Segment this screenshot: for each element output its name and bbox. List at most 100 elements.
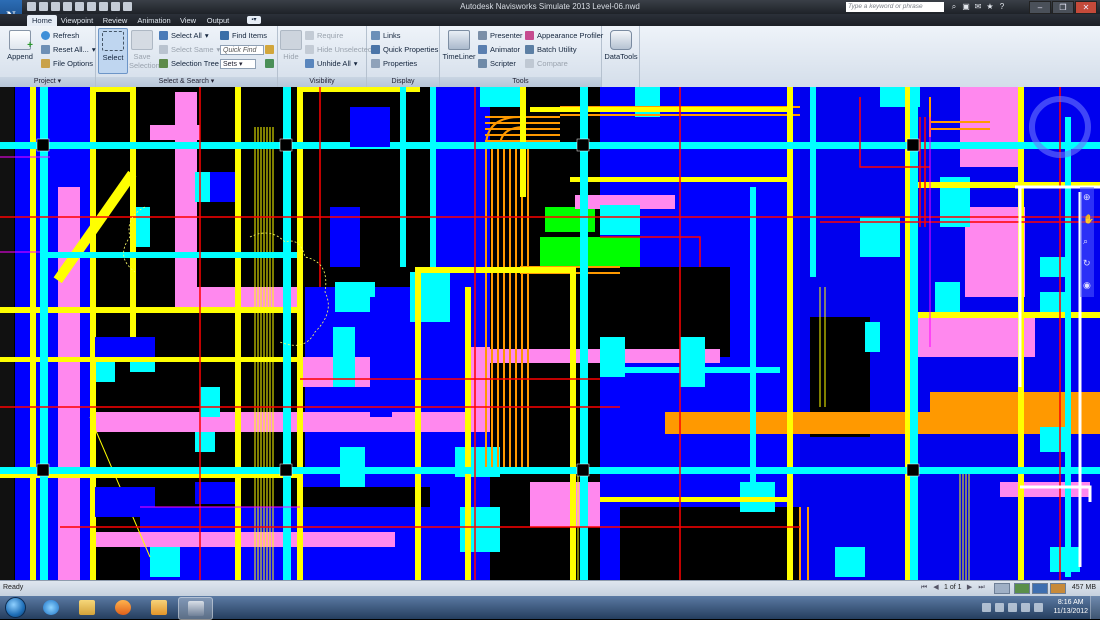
quick-find-input[interactable]: Quick Find (220, 45, 264, 55)
manage-sets-button[interactable] (265, 59, 274, 68)
orbit-icon[interactable]: ↻ (1083, 258, 1091, 268)
zoom-icon[interactable]: ⌕ (1083, 236, 1088, 246)
select-label: Select (102, 53, 124, 62)
maximize-button[interactable]: ❐ (1052, 1, 1074, 14)
pan-icon[interactable]: ✋ (1083, 213, 1094, 224)
select-all-icon (159, 31, 168, 40)
undo-icon[interactable] (87, 2, 96, 11)
selection-tree-label: Selection Tree (171, 59, 219, 68)
save-icon[interactable] (51, 2, 60, 11)
select-button[interactable]: Select (98, 28, 128, 74)
hide-button[interactable]: Hide (280, 30, 302, 61)
tools-panel: TimeLiner Presenter Animator Scripter Ap… (440, 26, 603, 87)
refresh-label: Refresh (53, 31, 80, 40)
customize-toolbar-icon[interactable] (123, 2, 132, 11)
batch-utility-button[interactable]: Batch Utility (525, 45, 577, 54)
next-page-icon[interactable]: ▶ (966, 583, 974, 592)
tab-review[interactable]: Review (100, 15, 130, 26)
taskbar-navisworks[interactable] (178, 597, 213, 620)
start-button[interactable] (2, 596, 28, 619)
close-button[interactable]: ✕ (1075, 1, 1097, 14)
taskbar-explorer[interactable] (70, 597, 103, 618)
display-panel-title: Display (391, 78, 415, 85)
help-search-input[interactable]: Type a keyword or phrase (846, 2, 944, 12)
reset-icon (41, 45, 50, 54)
append-label: Append (7, 52, 33, 61)
previous-page-icon[interactable]: ◀ (932, 583, 940, 592)
presenter-button[interactable]: Presenter (478, 31, 523, 40)
unhide-all-button[interactable]: Unhide All ▾ (305, 59, 358, 68)
require-button[interactable]: Require (305, 31, 343, 40)
selection-tree-icon (159, 59, 168, 68)
sheet-browser-icon[interactable] (994, 583, 1010, 594)
append-button[interactable]: + Append (5, 30, 35, 61)
select-same-button[interactable]: Select Same ▾ (159, 45, 220, 54)
refresh-button[interactable]: Refresh (41, 31, 79, 40)
subscription-icon[interactable]: ▣ (962, 2, 970, 11)
selection-tree-button[interactable]: Selection Tree (159, 59, 219, 68)
ribbon-tabs: Home Viewpoint Review Animation View Out… (0, 14, 1100, 26)
select-search-panel-label[interactable]: Select & Search ▾ (96, 77, 277, 87)
links-button[interactable]: Links (371, 31, 401, 40)
search-icon[interactable]: ⌕ (950, 2, 958, 11)
taskbar-media-player[interactable] (106, 597, 139, 618)
find-items-button[interactable]: Find Items (220, 31, 267, 40)
datatools-button[interactable]: DataTools (604, 30, 638, 61)
tools-panel-label: Tools (440, 77, 601, 87)
scene-viewport[interactable]: ⊕ ✋ ⌕ ↻ ◉ (0, 87, 1100, 580)
hide-unselected-button[interactable]: Hide Unselected (305, 45, 372, 54)
favorites-icon[interactable]: ★ (986, 2, 994, 11)
tab-animation[interactable]: Animation (134, 15, 174, 26)
communication-icon[interactable]: ✉ (974, 2, 982, 11)
show-hidden-icons-icon[interactable] (982, 602, 992, 612)
taskbar-internet-explorer[interactable] (34, 597, 67, 618)
visibility-panel: Hide Require Hide Unselected Unhide All ▾… (278, 26, 372, 87)
volume-icon[interactable] (1021, 602, 1031, 612)
minimize-button[interactable]: – (1029, 1, 1051, 14)
properties-button[interactable]: Properties (371, 59, 417, 68)
file-options-button[interactable]: File Options (41, 59, 93, 68)
sets-dropdown[interactable]: Sets ▾ (220, 59, 256, 69)
save-selection-button[interactable]: Save Selection (129, 30, 160, 70)
project-panel-label[interactable]: Project ▾ (0, 77, 95, 87)
look-icon[interactable]: ◉ (1083, 280, 1091, 290)
select-icon[interactable] (111, 2, 120, 11)
tab-output[interactable]: Output (203, 15, 233, 26)
hide-unselected-icon (305, 45, 314, 54)
scripter-button[interactable]: Scripter (478, 59, 516, 68)
clock[interactable]: 8:16 AM 11/13/2012 (1053, 598, 1088, 616)
select-all-button[interactable]: Select All ▾ (159, 31, 209, 40)
compare-button[interactable]: Compare (525, 59, 568, 68)
show-desktop-button[interactable] (1090, 596, 1100, 619)
reset-all-button[interactable]: Reset All... ▾ (41, 45, 96, 54)
open-file-icon[interactable] (39, 2, 48, 11)
timeliner-button[interactable]: TimeLiner (442, 30, 476, 61)
ribbon-minimize-toggle[interactable]: ▪▾ (247, 16, 261, 24)
project-panel-title: Project (33, 78, 56, 85)
refresh-icon[interactable] (63, 2, 72, 11)
tab-view[interactable]: View (177, 15, 199, 26)
last-page-icon[interactable]: ⏭ (978, 583, 986, 592)
network-icon[interactable] (1008, 602, 1018, 612)
redo-icon[interactable] (99, 2, 108, 11)
first-page-icon[interactable]: ⏮ (920, 583, 928, 592)
animator-button[interactable]: Animator (478, 45, 520, 54)
file-options-icon (41, 59, 50, 68)
power-icon[interactable] (1034, 602, 1044, 612)
tab-home[interactable]: Home (27, 15, 57, 26)
quick-properties-button[interactable]: Quick Properties (371, 45, 438, 54)
appearance-profiler-button[interactable]: Appearance Profiler (525, 31, 603, 40)
properties-label: Properties (383, 59, 418, 68)
help-icon[interactable]: ? (998, 2, 1006, 11)
action-center-icon[interactable] (995, 602, 1005, 612)
new-file-icon[interactable] (27, 2, 36, 11)
save-selection-label: Save Selection (129, 52, 160, 70)
find-items-icon (220, 31, 229, 40)
quick-find-button[interactable] (265, 45, 274, 54)
title-bar: Autodesk Navisworks Simulate 2013 Level-… (0, 0, 1100, 14)
tab-viewpoint[interactable]: Viewpoint (59, 15, 95, 26)
print-icon[interactable] (75, 2, 84, 11)
links-label: Links (383, 31, 401, 40)
steering-wheel-icon[interactable]: ⊕ (1083, 192, 1091, 202)
taskbar-messenger[interactable] (142, 597, 175, 618)
